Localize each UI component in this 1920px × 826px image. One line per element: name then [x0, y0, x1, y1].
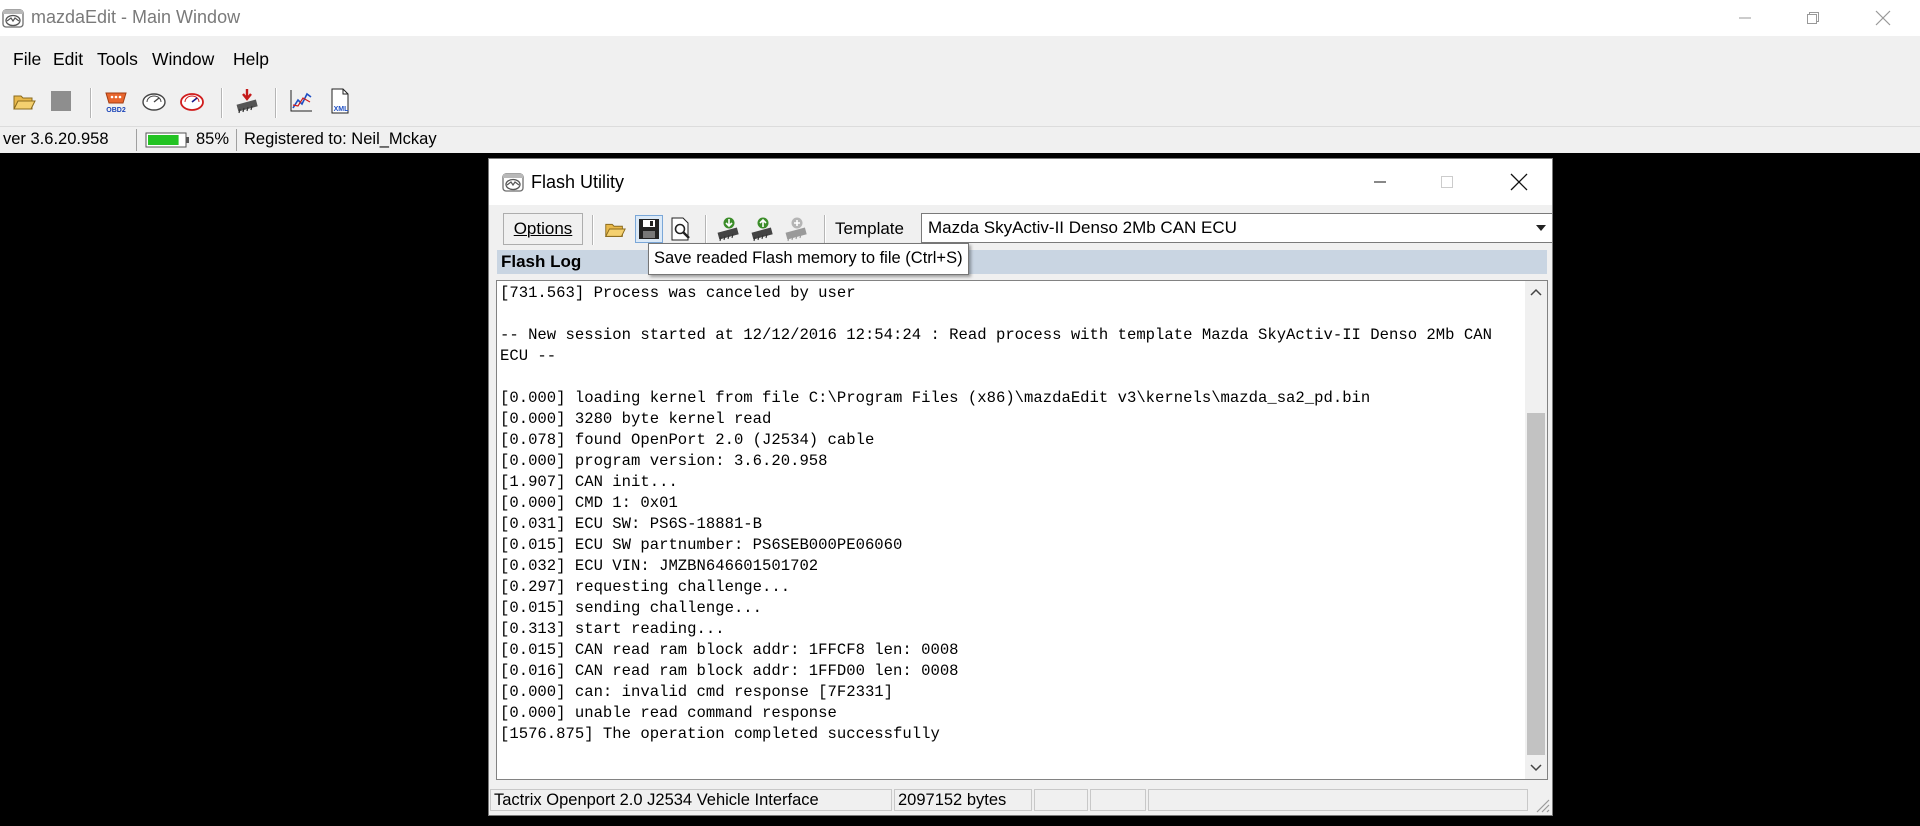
flash-window-title: Flash Utility	[531, 172, 625, 192]
status-divider	[236, 129, 237, 151]
mazda-logo-icon	[2, 7, 24, 29]
template-label: Template	[835, 219, 904, 238]
toolbar-separator	[705, 215, 707, 245]
close-icon	[1875, 10, 1891, 26]
toolbar-separator	[90, 88, 92, 118]
open-button[interactable]	[9, 86, 39, 116]
open-folder-icon	[605, 223, 626, 237]
flash-titlebar[interactable]: Flash Utility	[489, 159, 1552, 205]
scroll-down-icon[interactable]	[1525, 757, 1547, 779]
chevron-down-icon[interactable]	[1530, 214, 1552, 242]
menu-tools[interactable]: Tools	[97, 49, 138, 70]
print-preview-icon	[671, 217, 690, 241]
menu-window[interactable]: Window	[152, 49, 214, 70]
flash-log-text: [731.563] Process was canceled by user -…	[500, 284, 1492, 743]
flash-download-icon	[236, 89, 258, 114]
interface-status: Tactrix Openport 2.0 J2534 Vehicle Inter…	[490, 789, 892, 811]
mazda-logo-icon	[502, 171, 524, 193]
save-button[interactable]	[635, 215, 663, 243]
flash-close-button[interactable]	[1488, 159, 1550, 205]
flash-minimize-button[interactable]	[1349, 159, 1411, 205]
toolbar-separator	[592, 215, 594, 245]
compare-ecu-button[interactable]	[782, 215, 810, 243]
svg-text:XML: XML	[334, 106, 350, 113]
print-preview-button[interactable]	[667, 215, 695, 243]
main-window-title: mazdaEdit - Main Window	[31, 7, 241, 27]
compare-ecu-icon	[785, 217, 807, 242]
toolbar-separator	[275, 88, 277, 118]
scrollbar-thumb[interactable]	[1527, 413, 1545, 755]
stop-button[interactable]	[46, 86, 76, 116]
gauge-red-button[interactable]	[177, 86, 207, 116]
menu-edit[interactable]: Edit	[53, 49, 83, 70]
flash-maximize-button[interactable]	[1416, 159, 1478, 205]
options-button[interactable]: Options	[503, 213, 583, 245]
status-cell-empty	[1090, 789, 1146, 811]
scroll-up-icon[interactable]	[1525, 281, 1547, 303]
status-divider	[136, 129, 137, 151]
save-icon	[639, 219, 659, 239]
stop-icon	[51, 91, 71, 111]
battery-icon	[145, 132, 191, 153]
chart-icon	[290, 90, 312, 112]
obd2-button[interactable]: OBD2	[101, 86, 131, 116]
menu-help[interactable]: Help	[233, 49, 269, 70]
template-value: Mazda SkyActiv-II Denso 2Mb CAN ECU	[928, 218, 1237, 237]
menu-file[interactable]: File	[13, 49, 41, 70]
chart-button[interactable]	[286, 86, 316, 116]
open-folder-icon	[13, 95, 36, 110]
registered-label: Registered to: Neil_Mckay	[244, 130, 437, 148]
main-titlebar[interactable]: mazdaEdit - Main Window	[0, 0, 1920, 36]
minimize-button[interactable]	[1714, 0, 1776, 36]
toolbar-separator	[221, 88, 223, 118]
read-ecu-icon	[717, 217, 739, 242]
xml-document-icon: XML	[331, 88, 350, 114]
menubar: File Edit Tools Window Help	[0, 36, 1920, 80]
read-ecu-button[interactable]	[714, 215, 742, 243]
status-cell-empty	[1148, 789, 1528, 811]
template-dropdown[interactable]: Mazda SkyActiv-II Denso 2Mb CAN ECU	[921, 213, 1553, 243]
restore-icon	[1807, 12, 1819, 24]
main-statusbar: ver 3.6.20.958 85% Registered to: Neil_M…	[0, 126, 1920, 153]
close-icon	[1510, 173, 1528, 191]
restore-button[interactable]	[1782, 0, 1844, 36]
gauge-button[interactable]	[139, 86, 169, 116]
size-status: 2097152 bytes	[894, 789, 1032, 811]
status-cell-empty	[1034, 789, 1088, 811]
obd2-icon: OBD2	[105, 92, 127, 114]
write-ecu-button[interactable]	[748, 215, 776, 243]
version-label: ver 3.6.20.958	[3, 130, 109, 148]
minimize-icon	[1374, 181, 1386, 183]
maximize-icon	[1441, 176, 1453, 188]
resize-grip-icon[interactable]	[1534, 797, 1550, 813]
write-ecu-icon	[751, 217, 773, 242]
flash-statusbar: Tactrix Openport 2.0 J2534 Vehicle Inter…	[489, 787, 1552, 815]
flash-open-button[interactable]	[601, 215, 629, 243]
flash-button[interactable]	[232, 86, 262, 116]
flash-log-title: Flash Log	[501, 252, 582, 271]
gauge-red-icon	[180, 93, 204, 111]
main-toolbar: OBD2 XML	[0, 80, 1920, 126]
xml-button[interactable]: XML	[325, 86, 355, 116]
gauge-icon	[142, 93, 166, 111]
svg-text:OBD2: OBD2	[106, 107, 126, 114]
save-tooltip: Save readed Flash memory to file (Ctrl+S…	[648, 243, 969, 275]
log-scrollbar[interactable]	[1525, 281, 1547, 779]
battery-percent: 85%	[196, 130, 230, 148]
close-button[interactable]	[1852, 0, 1914, 36]
minimize-icon	[1739, 17, 1751, 19]
toolbar-separator	[824, 215, 826, 245]
flash-log-area[interactable]: [731.563] Process was canceled by user -…	[496, 280, 1548, 780]
